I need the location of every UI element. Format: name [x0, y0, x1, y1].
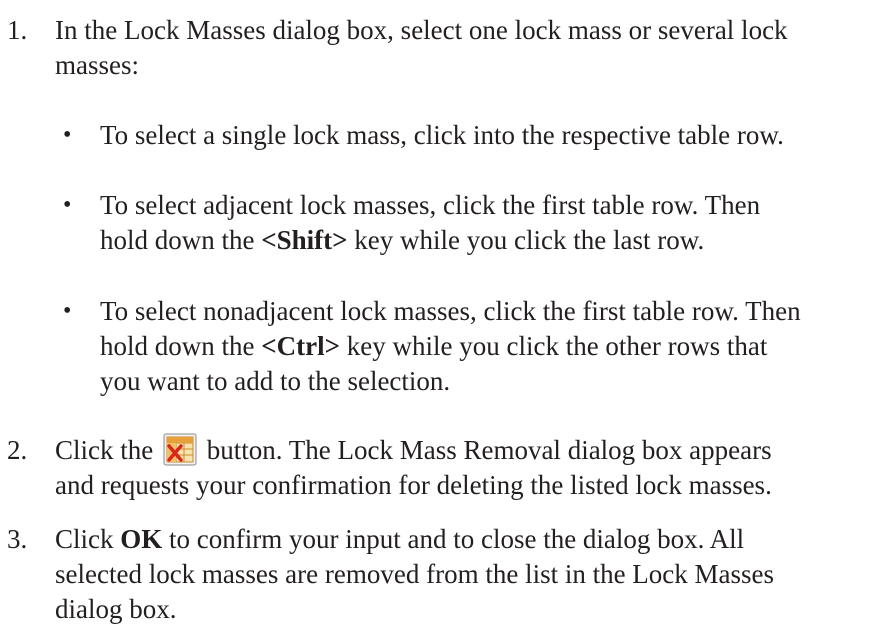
step-line: Click the button. The Lock Mass Removal …	[55, 433, 885, 468]
ctrl-key-label: <Ctrl>	[261, 331, 340, 361]
step-number: 2.	[7, 435, 28, 465]
step-number: 1.	[7, 15, 28, 45]
step-line: and requests your confirmation for delet…	[55, 470, 772, 500]
step-line: dialog box.	[55, 594, 177, 624]
step-text: Click the button. The Lock Mass Removal …	[55, 433, 885, 503]
bullet-text-segment: key while you click the other rows that	[346, 331, 768, 361]
shift-key-label: <Shift>	[261, 225, 348, 255]
remove-lock-masses-icon	[162, 433, 198, 467]
bullet-symbol: •	[63, 192, 72, 218]
bullet-line: To select nonadjacent lock masses, click…	[100, 296, 801, 326]
step-line: masses:	[55, 50, 139, 80]
step-text: In the Lock Masses dialog box, select on…	[55, 13, 885, 83]
document-page: 1. In the Lock Masses dialog box, select…	[0, 0, 893, 624]
bullet-line: you want to add to the selection.	[100, 366, 451, 396]
step-text: Click OK to confirm your input and to cl…	[55, 522, 885, 627]
step-line: In the Lock Masses dialog box, select on…	[55, 15, 788, 45]
bullet-line: To select adjacent lock masses, click th…	[100, 190, 761, 220]
bullet-symbol: •	[63, 298, 72, 324]
bullet-text: To select adjacent lock masses, click th…	[100, 188, 885, 258]
step-line: selected lock masses are removed from th…	[55, 559, 775, 589]
bullet-text-segment: hold down the	[100, 331, 255, 361]
bullet-line: To select a single lock mass, click into…	[100, 120, 784, 150]
bullet-text-segment: hold down the	[100, 225, 255, 255]
step-number: 3.	[7, 524, 28, 554]
step-line: Click OK to confirm your input and to cl…	[55, 522, 885, 557]
step-text-segment: Click the	[55, 435, 154, 465]
ok-label: OK	[120, 524, 163, 554]
bullet-text: To select nonadjacent lock masses, click…	[100, 294, 885, 399]
bullet-text-segment: key while you click the last row.	[354, 225, 705, 255]
step-text-segment: button. The Lock Mass Removal dialog box…	[206, 435, 772, 465]
bullet-line: hold down the <Shift> key while you clic…	[100, 223, 885, 258]
bullet-symbol: •	[63, 122, 72, 148]
step-text-segment: Click	[55, 524, 114, 554]
bullet-text: To select a single lock mass, click into…	[100, 118, 885, 153]
step-text-segment: to confirm your input and to close the d…	[169, 524, 745, 554]
bullet-line: hold down the <Ctrl> key while you click…	[100, 329, 885, 364]
